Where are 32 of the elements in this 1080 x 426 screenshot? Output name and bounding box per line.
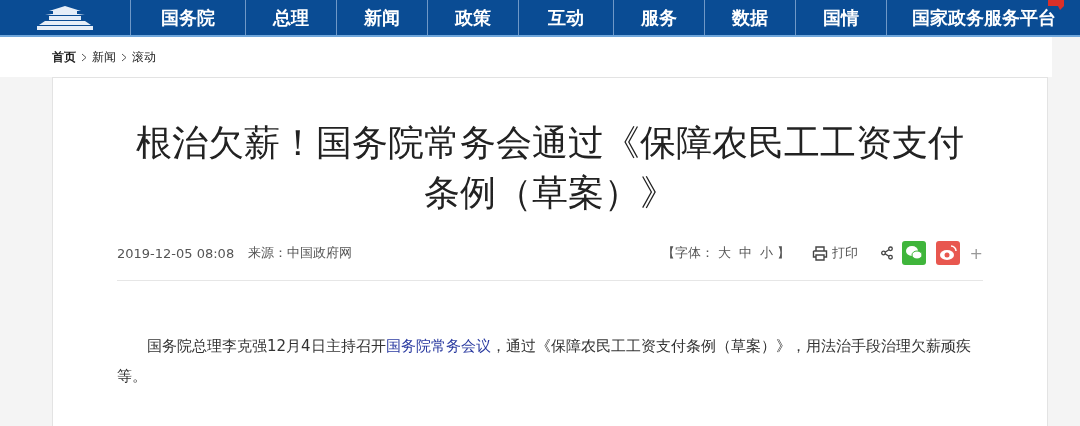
source-label: 来源： bbox=[248, 244, 288, 262]
nav-tab[interactable]: 政策 bbox=[428, 0, 519, 35]
ribbon-badge-icon bbox=[1048, 0, 1064, 10]
font-size-link[interactable]: 大 bbox=[717, 244, 731, 262]
print-link[interactable]: 打印 bbox=[831, 244, 858, 262]
nav-tab[interactable]: 总理 bbox=[246, 0, 337, 35]
article-title: 根治欠薪！国务院常务会通过《保障农民工工资支付条例（草案）》 bbox=[135, 121, 965, 215]
font-size-label: 【字体： bbox=[661, 244, 714, 262]
nav-tab[interactable]: 服务 bbox=[614, 0, 705, 35]
chevron-icon bbox=[121, 52, 127, 62]
bracket-text: 】 bbox=[776, 244, 790, 262]
breadcrumb-link[interactable]: 滚动 bbox=[132, 48, 156, 66]
publish-date: 2019-12-05 08:08 bbox=[117, 245, 235, 261]
eye-logo-icon[interactable] bbox=[935, 241, 960, 265]
nav-tab[interactable]: 互动 bbox=[519, 0, 614, 35]
font-size-link[interactable]: 中 bbox=[738, 244, 752, 262]
meeting-link[interactable]: 国务院常务会议 bbox=[385, 337, 491, 355]
source-name: 中国政府网 bbox=[287, 244, 353, 262]
share-icon[interactable] bbox=[879, 246, 894, 260]
printer-icon[interactable] bbox=[811, 245, 828, 261]
font-size-link[interactable]: 小 bbox=[759, 244, 773, 262]
nav-tab[interactable]: 数据 bbox=[705, 0, 796, 35]
article-paragraph: 国务院总理李克强12月4日主持召开国务院常务会议，通过《保障农民工工资支付条例（草案）》，用法治手段治理欠薪顽疾等。 bbox=[117, 336, 972, 387]
chat-bubbles-icon[interactable] bbox=[901, 241, 926, 265]
nav-tab[interactable]: 国务院 bbox=[131, 0, 246, 35]
nav-tab[interactable]: 国情 bbox=[796, 0, 887, 35]
chevron-icon bbox=[81, 52, 87, 62]
breadcrumb-link[interactable]: 首页 bbox=[52, 48, 76, 66]
building-logo-icon[interactable] bbox=[35, 4, 95, 31]
breadcrumb-link[interactable]: 新闻 bbox=[92, 48, 116, 66]
nav-tab[interactable]: 国家政务服务平台 bbox=[887, 0, 1080, 35]
nav-tab[interactable]: 新闻 bbox=[337, 0, 428, 35]
